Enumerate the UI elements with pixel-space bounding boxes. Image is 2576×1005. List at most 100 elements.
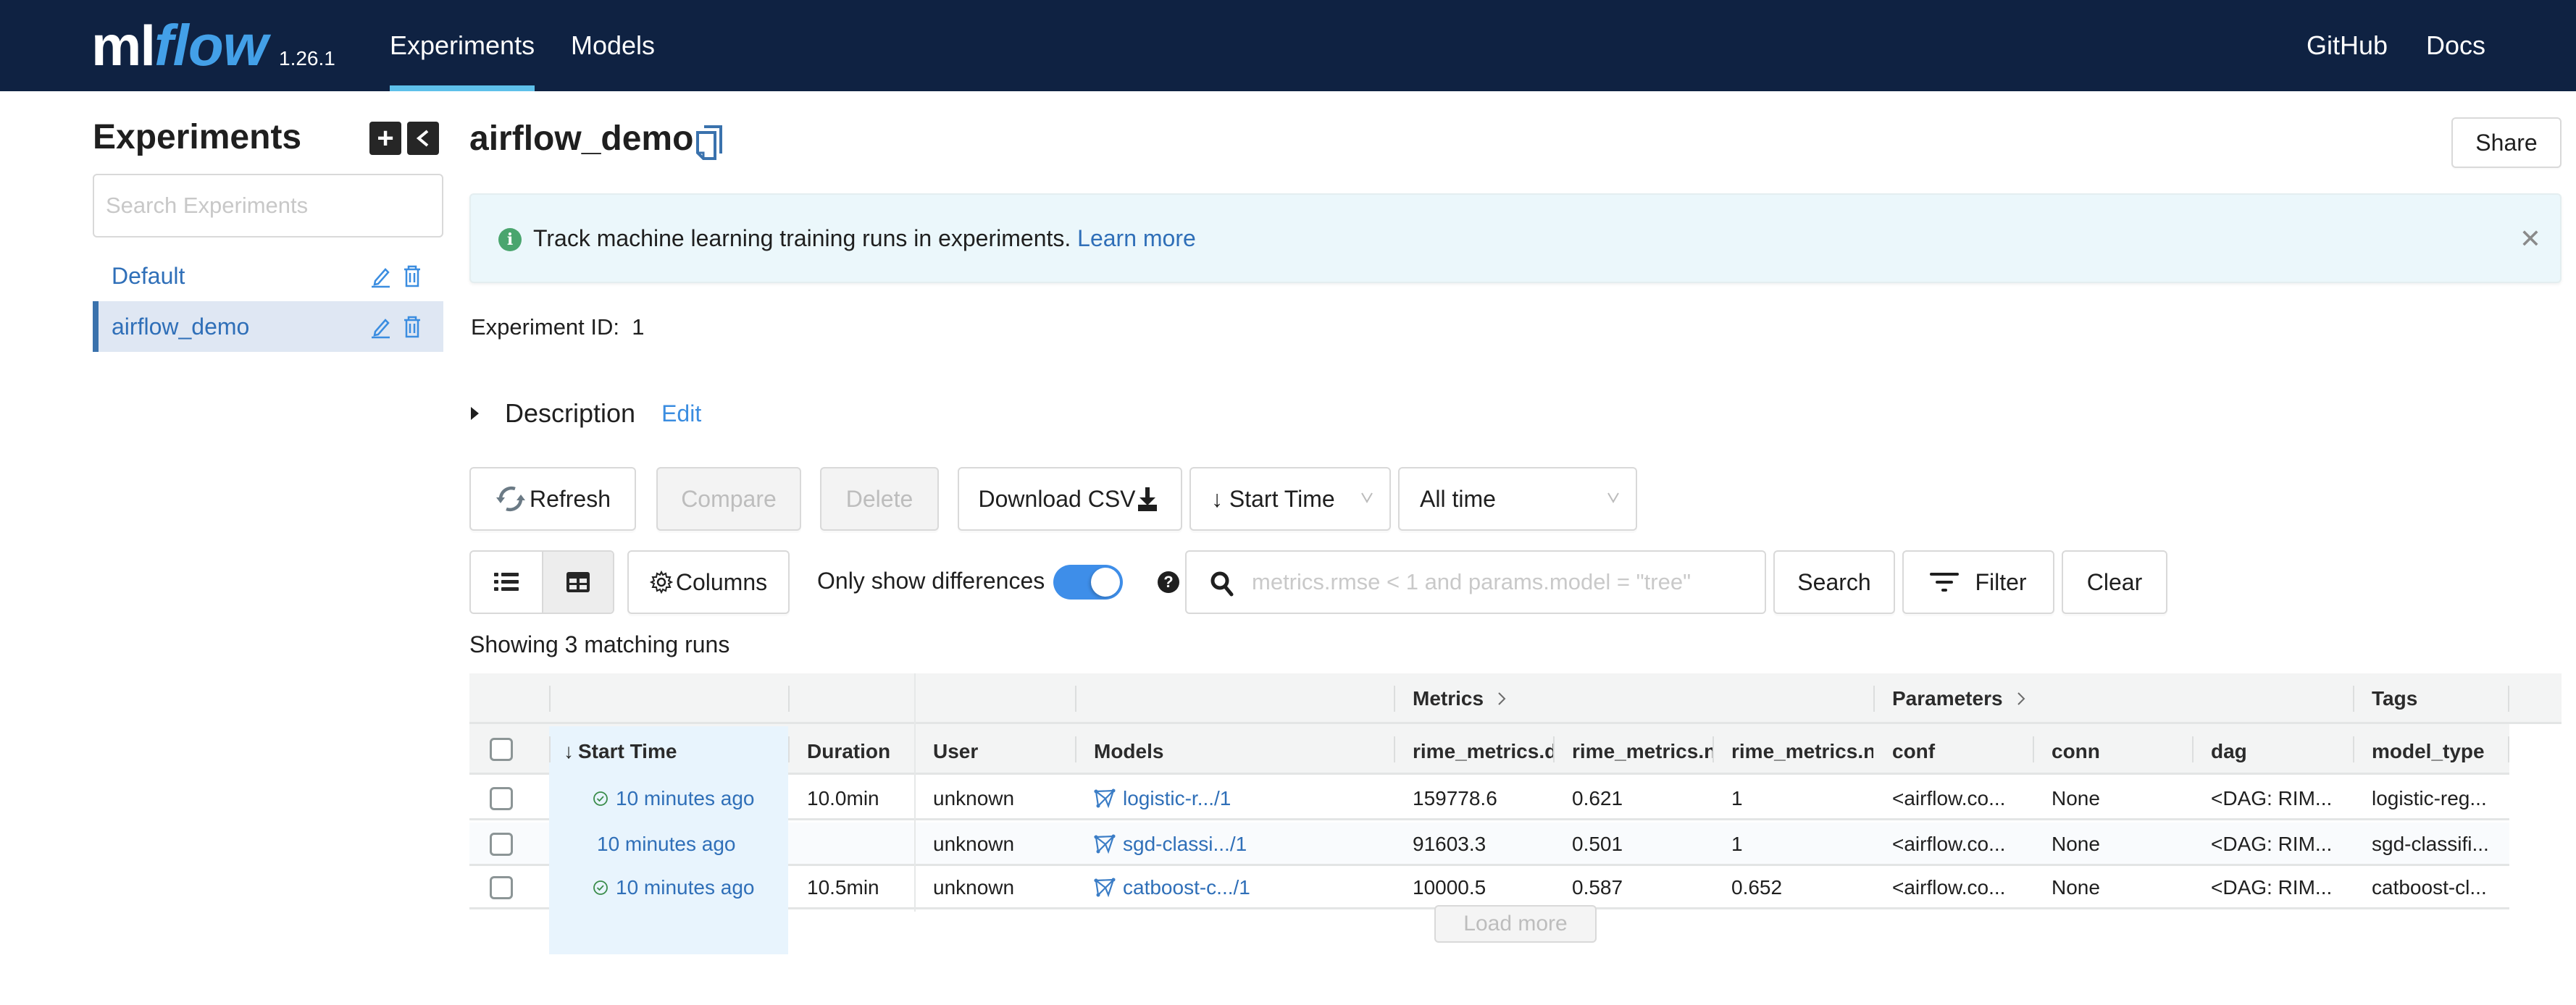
metric-3-cell: 0.652 [1731,876,1783,899]
start-time-cell[interactable]: 10 minutes ago [549,777,788,820]
refresh-icon [495,484,527,513]
experiment-title: airflow_demo [469,119,694,158]
select-all-checkbox[interactable] [490,738,513,761]
run-search-input[interactable] [1252,560,1752,604]
run-search-box [1185,550,1766,614]
conf-cell: <airflow.co... [1892,787,2006,810]
user-cell: unknown [933,787,1015,810]
column-header-metric-1[interactable]: rime_metrics.d [1394,726,1553,777]
only-show-differences-toggle[interactable] [1053,565,1123,600]
version-label: 1.26.1 [279,47,335,70]
refresh-label: Refresh [529,485,611,512]
sidebar-title: Experiments [93,118,302,156]
check-circle-icon [593,880,608,895]
load-more-button[interactable]: Load more [1434,905,1597,943]
column-header-conf[interactable]: conf [1873,726,2033,777]
header-divider [1075,686,1076,712]
filter-label: Filter [1975,568,2027,595]
row-checkbox[interactable] [490,833,513,856]
duration-cell: 10.5min [807,876,879,899]
sort-select-value: ↓ Start Time [1211,485,1335,512]
column-header-metric-3[interactable]: rime_metrics.n [1713,726,1873,777]
dag-cell: <DAG: RIM... [2211,876,2333,899]
logo-ml-text: ml [91,14,156,77]
table-view-button[interactable] [542,552,613,613]
model-cell[interactable]: logistic-r.../1 [1075,777,1394,820]
refresh-button[interactable]: Refresh [469,467,636,531]
column-header-conn[interactable]: conn [2033,726,2192,777]
collapse-sidebar-button[interactable] [407,122,439,155]
dag-cell: <DAG: RIM... [2211,787,2333,810]
logo-flow-text: flow [154,13,268,77]
column-header-metric-2[interactable]: rime_metrics.n [1553,726,1713,777]
matching-runs-count: Showing 3 matching runs [469,631,730,657]
sidebar-item-airflow-demo[interactable]: airflow_demo [93,301,443,352]
start-time-cell[interactable]: 10 minutes ago [549,866,788,909]
mlflow-logo[interactable]: ml flow 1.26.1 [91,13,335,78]
download-icon [1136,486,1159,512]
row-checkbox[interactable] [490,787,513,810]
table-row[interactable]: 10 minutes ago unknown sgd-classi.../1 9… [469,823,2509,866]
filter-button[interactable]: Filter [1902,550,2054,614]
model-link: logistic-r.../1 [1123,787,1231,810]
table-row[interactable]: 10 minutes ago 10.0min unknown logistic-… [469,777,2509,820]
metric-3-cell: 1 [1731,787,1743,810]
column-header-models[interactable]: Models [1075,726,1394,777]
sort-desc-icon: ↓ [564,740,574,762]
start-time-value: 10 minutes ago [597,833,736,855]
sidebar-item-default[interactable]: Default [93,251,443,301]
nav-experiments[interactable]: Experiments [390,30,535,61]
trash-icon[interactable] [401,264,423,288]
search-experiments-input[interactable] [93,174,443,237]
parameters-group-header[interactable]: Parameters [1873,673,2026,724]
clear-button[interactable]: Clear [2062,550,2167,614]
nav-docs[interactable]: Docs [2426,30,2485,61]
caret-right-icon[interactable] [471,407,479,420]
column-header-user[interactable]: User [914,726,1075,777]
top-nav: ml flow 1.26.1 Experiments Models GitHub… [0,0,2576,91]
start-time-cell[interactable]: 10 minutes ago [549,823,788,866]
column-header-start-time[interactable]: ↓ Start Time [549,726,788,777]
edit-icon[interactable] [369,314,391,339]
model-cell[interactable]: sgd-classi.../1 [1075,823,1394,866]
trash-icon[interactable] [401,314,423,339]
columns-button[interactable]: Columns [627,550,790,614]
toggle-knob [1091,568,1120,597]
model-link: catboost-c.../1 [1123,876,1250,899]
model-cell[interactable]: catboost-c.../1 [1075,866,1394,909]
learn-more-link[interactable]: Learn more [1077,225,1196,251]
description-label[interactable]: Description [505,398,635,429]
compare-button[interactable]: Compare [656,467,801,531]
sort-select[interactable]: ↓ Start Time [1189,467,1391,531]
column-header-duration[interactable]: Duration [788,726,914,777]
conn-cell: None [2052,833,2100,855]
nav-models[interactable]: Models [571,30,655,61]
header-divider [2508,736,2509,762]
row-checkbox[interactable] [490,876,513,899]
copy-icon[interactable] [694,125,724,161]
list-view-button[interactable] [471,552,542,613]
help-icon[interactable]: ? [1158,571,1179,593]
model-icon [1094,878,1116,898]
nav-github[interactable]: GitHub [2307,30,2388,61]
column-header-dag[interactable]: dag [2192,726,2353,777]
table-row[interactable]: 10 minutes ago 10.5min unknown catboost-… [469,866,2509,909]
download-csv-button[interactable]: Download CSV [958,467,1182,531]
edit-icon[interactable] [369,264,391,288]
share-button[interactable]: Share [2451,117,2562,168]
close-icon[interactable]: ✕ [2519,224,2541,254]
gear-icon [649,571,673,594]
chevron-left-icon [416,130,429,147]
check-circle-icon [593,791,608,806]
metrics-group-header[interactable]: Metrics [1394,673,1507,724]
time-range-select[interactable]: All time [1398,467,1637,531]
column-header-label: Start Time [578,740,677,762]
search-button[interactable]: Search [1773,550,1895,614]
delete-button[interactable]: Delete [820,467,939,531]
column-divider [914,775,916,912]
column-header-model-type[interactable]: model_type [2353,726,2508,777]
edit-description-link[interactable]: Edit [661,400,701,427]
info-alert: i Track machine learning training runs i… [469,193,2562,283]
metric-1-cell: 159778.6 [1413,787,1497,810]
add-experiment-button[interactable]: + [369,122,401,155]
